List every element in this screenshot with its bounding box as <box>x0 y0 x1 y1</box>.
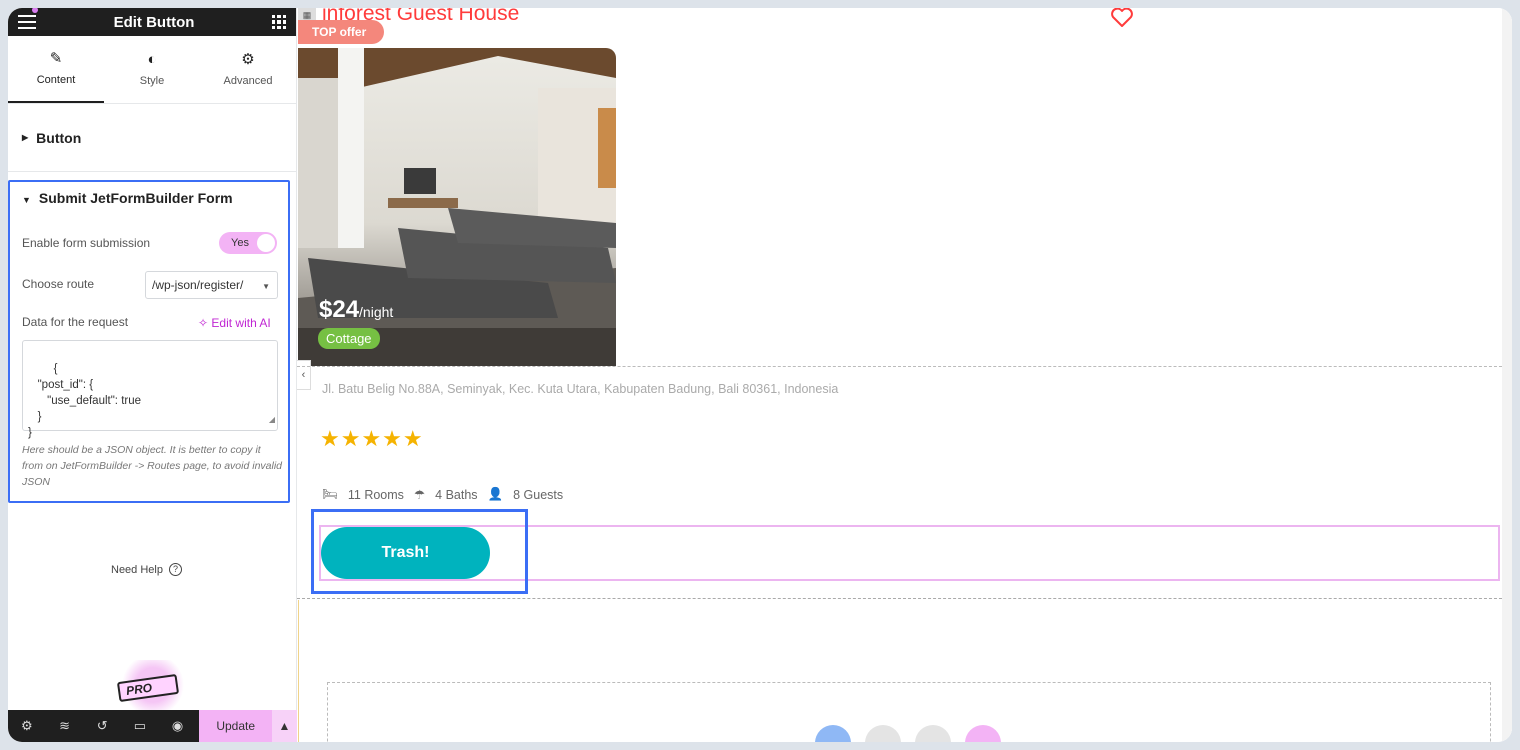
bed-icon: 🛏 <box>322 487 338 501</box>
edit-with-ai-link[interactable]: ✧ Edit with AI <box>198 316 271 330</box>
editor-sidebar: Edit Button ✎ Content ◐ Style ⚙ Advanced… <box>8 8 298 742</box>
settings-icon[interactable]: ⚙ <box>8 718 46 734</box>
resize-handle-icon[interactable]: ◢ <box>269 412 275 428</box>
notification-dot <box>32 8 38 13</box>
scrollbar[interactable] <box>1502 8 1512 742</box>
section-edge <box>298 600 299 742</box>
pencil-icon: ✎ <box>49 50 63 67</box>
price-amount: $24 <box>319 296 360 323</box>
price: $24/night <box>319 296 393 324</box>
section-button-toggle[interactable]: ▶ Button <box>8 104 296 172</box>
section-title: Submit JetFormBuilder Form <box>38 190 233 206</box>
enable-submission-label: Enable form submission <box>22 236 151 250</box>
sidebar-header: Edit Button <box>8 8 296 36</box>
tab-label: Content <box>36 74 76 86</box>
user-icon: 👤 <box>487 487 504 501</box>
need-help-label: Need Help <box>111 563 163 576</box>
panel-title: Edit Button <box>113 13 195 31</box>
drop-zone[interactable] <box>327 682 1491 742</box>
section-submit-header[interactable]: ▼ Submit JetFormBuilder Form <box>22 190 233 206</box>
pro-promo[interactable]: PRO <box>108 656 198 712</box>
menu-icon[interactable] <box>18 8 38 29</box>
heart-icon[interactable] <box>1110 8 1134 28</box>
widgets-grid-icon[interactable] <box>272 15 286 29</box>
listing-address: Jl. Batu Belig No.88A, Seminyak, Kec. Ku… <box>322 382 839 396</box>
preview-eye-icon[interactable]: ◉ <box>159 718 197 734</box>
gear-icon: ⚙ <box>241 51 255 68</box>
route-label: Choose route <box>22 277 95 291</box>
sparkle-icon: ✧ <box>198 316 209 330</box>
request-data-label: Data for the request <box>22 315 129 329</box>
rooms-count: 11 Rooms <box>347 487 404 502</box>
json-help-text: Here should be a JSON object. It is bett… <box>22 444 283 488</box>
preview-canvas: ▦ inforest Guest House TOP offer $24/nig… <box>297 8 1512 742</box>
panel-tabs: ✎ Content ◐ Style ⚙ Advanced <box>8 36 296 104</box>
shower-icon: ☂ <box>413 488 426 502</box>
ai-link-label: Edit with AI <box>211 316 271 330</box>
section-title: Button <box>36 129 82 146</box>
price-unit: /night <box>359 304 394 320</box>
chevron-up-icon[interactable]: ▲ <box>271 710 298 742</box>
chevron-down-icon: ▼ <box>262 282 270 291</box>
section-submit-form: ▼ Submit JetFormBuilder Form Enable form … <box>8 180 290 503</box>
layers-icon[interactable]: ≋ <box>46 718 84 734</box>
top-offer-badge: TOP offer <box>298 20 384 44</box>
tab-content[interactable]: ✎ Content <box>8 36 104 103</box>
collapse-panel-icon[interactable]: ‹ <box>297 360 311 390</box>
selection-highlight <box>311 509 528 594</box>
route-value: /wp-json/register/ <box>152 278 244 292</box>
divider <box>297 366 1512 367</box>
tab-advanced[interactable]: ⚙ Advanced <box>200 36 296 103</box>
section-divider <box>297 598 1512 599</box>
question-icon: ? <box>168 563 182 576</box>
toggle-text: Yes <box>231 237 249 249</box>
toggle-knob <box>257 234 275 252</box>
json-value: { "post_id": { "use_default": true } } <box>28 363 142 439</box>
enable-submission-toggle[interactable]: Yes <box>219 232 277 254</box>
tab-style[interactable]: ◐ Style <box>104 36 200 103</box>
request-data-textarea[interactable]: { "post_id": { "use_default": true } } ◢ <box>22 340 278 439</box>
history-icon[interactable]: ↺ <box>83 718 121 734</box>
responsive-icon[interactable]: ▭ <box>121 718 159 734</box>
rating-stars: ★★★★★ <box>320 426 424 451</box>
baths-count: 4 Baths <box>435 487 478 502</box>
caret-down-icon: ▼ <box>22 195 31 205</box>
pro-label: PRO <box>125 680 153 698</box>
guests-count: 8 Guests <box>513 487 564 502</box>
route-select[interactable]: /wp-json/register/ ▼ <box>145 271 278 299</box>
amenities-row: 🛏 11 Rooms ☂ 4 Baths 👤 8 Guests <box>322 487 563 502</box>
need-help-link[interactable]: Need Help ? <box>111 563 182 576</box>
update-button[interactable]: Update <box>199 710 272 742</box>
sidebar-footer: ⚙ ≋ ↺ ▭ ◉ Update ▲ <box>8 710 298 742</box>
tab-label: Style <box>139 75 165 87</box>
category-badge: Cottage <box>318 328 380 349</box>
half-circle-icon: ◐ <box>147 51 157 68</box>
caret-right-icon: ▶ <box>22 133 29 142</box>
tab-label: Advanced <box>223 75 273 87</box>
app-window: Edit Button ✎ Content ◐ Style ⚙ Advanced… <box>8 8 1512 742</box>
